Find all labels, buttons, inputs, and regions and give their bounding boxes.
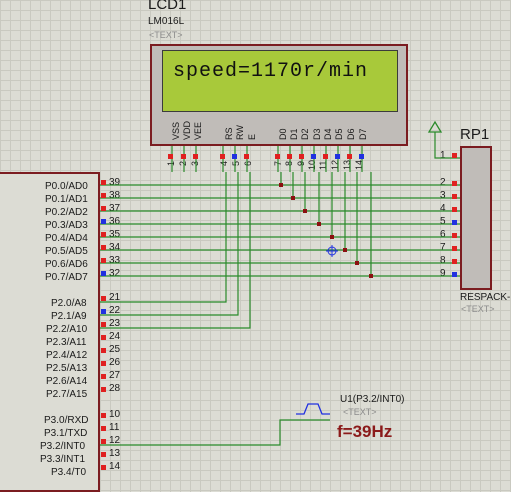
- pin-state-high: [101, 193, 106, 198]
- pin-state-high: [101, 322, 106, 327]
- pin-state-high: [193, 154, 198, 159]
- pin-state-high: [452, 246, 457, 251]
- pin-state-low: [452, 272, 457, 277]
- pin-state-low: [232, 154, 237, 159]
- pin-state-high: [275, 154, 280, 159]
- power-arrow-icon: [427, 120, 443, 133]
- junction-dot: [291, 196, 295, 200]
- pin-state-low: [311, 154, 316, 159]
- pin-state-high: [452, 194, 457, 199]
- pin-state-high: [101, 465, 106, 470]
- pin-state-low: [452, 220, 457, 225]
- junction-dot: [355, 261, 359, 265]
- pin-state-high: [452, 233, 457, 238]
- pin-state-low: [101, 271, 106, 276]
- pin-state-high: [101, 413, 106, 418]
- pin-state-low: [101, 219, 106, 224]
- pin-state-high: [101, 439, 106, 444]
- pin-state-high: [299, 154, 304, 159]
- junction-dot: [330, 235, 334, 239]
- pin-state-high: [452, 181, 457, 186]
- pin-state-high: [101, 426, 106, 431]
- junction-dot: [303, 209, 307, 213]
- pin-state-high: [101, 348, 106, 353]
- wire-rw: [100, 172, 239, 316]
- pin-state-high: [220, 154, 225, 159]
- pin-state-high: [101, 361, 106, 366]
- junction-dot: [343, 248, 347, 252]
- pulse-probe-icon: [296, 403, 330, 415]
- pin-state-high: [168, 154, 173, 159]
- pin-state-high: [101, 452, 106, 457]
- pin-state-high: [101, 387, 106, 392]
- pin-state-high: [287, 154, 292, 159]
- wire-int0: [100, 419, 330, 446]
- pin-state-high: [452, 153, 457, 158]
- crosshair-cursor-icon: [326, 245, 338, 257]
- pin-state-high: [101, 374, 106, 379]
- pin-state-high: [101, 258, 106, 263]
- pin-state-low: [335, 154, 340, 159]
- pin-state-high: [452, 207, 457, 212]
- pin-state-high: [323, 154, 328, 159]
- pin-state-high: [452, 259, 457, 264]
- pin-state-high: [101, 206, 106, 211]
- pin-state-high: [101, 180, 106, 185]
- pin-state-high: [101, 296, 106, 301]
- pin-state-low: [101, 309, 106, 314]
- pin-state-high: [181, 154, 186, 159]
- schematic-wires: [100, 120, 460, 470]
- junction-dot: [279, 183, 283, 187]
- pin-state-high: [101, 232, 106, 237]
- junction-dot: [317, 222, 321, 226]
- pin-state-high: [244, 154, 249, 159]
- junction-dot: [369, 274, 373, 278]
- pin-state-high: [101, 335, 106, 340]
- pin-state-high: [347, 154, 352, 159]
- pin-state-low: [359, 154, 364, 159]
- pin-state-high: [101, 245, 106, 250]
